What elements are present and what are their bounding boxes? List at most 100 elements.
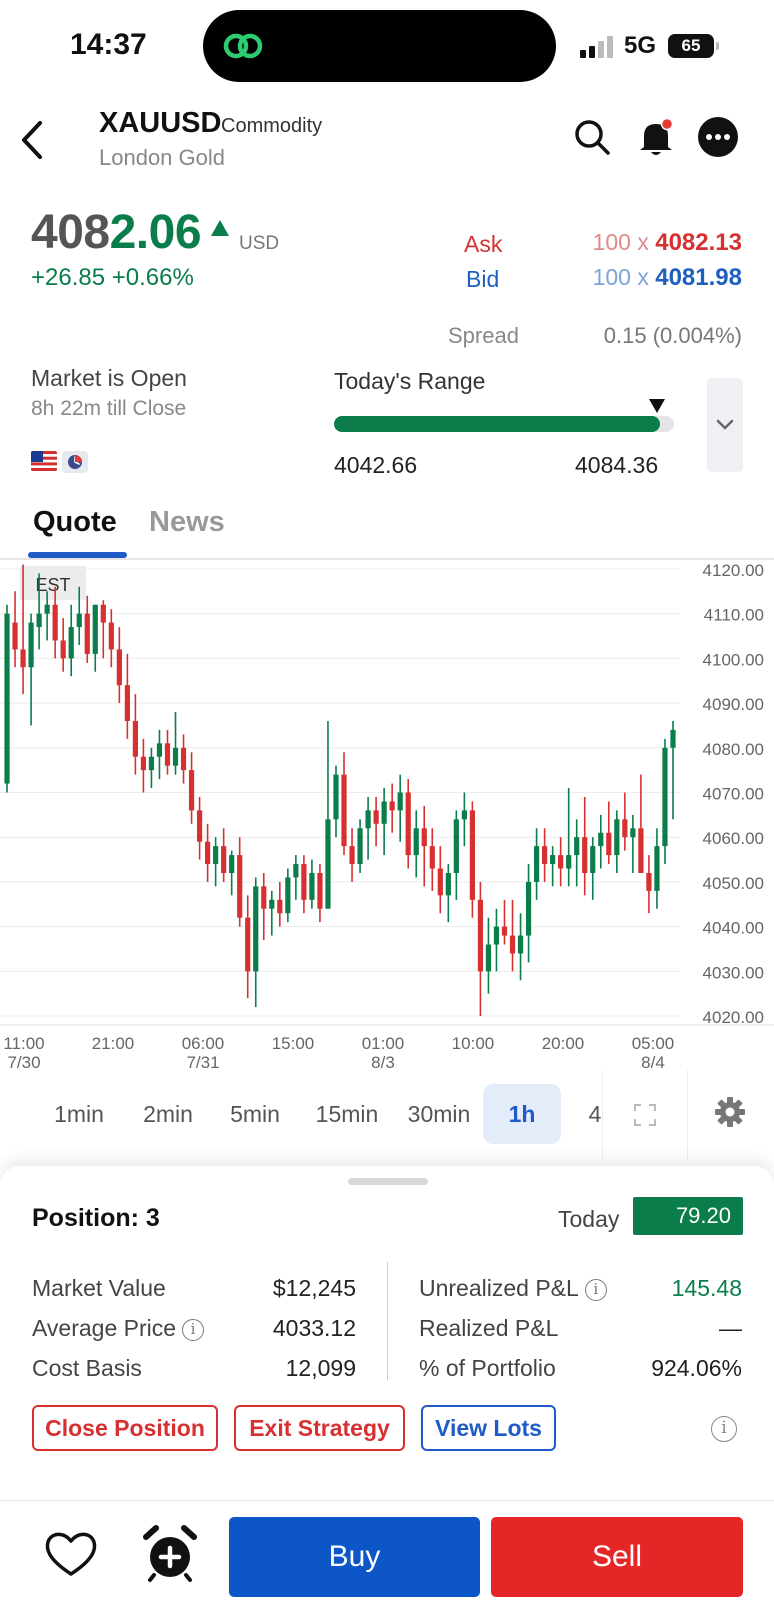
price-chart[interactable]: 4120.00 4110.00 4100.00 4090.00 4080.00 4070.… [0, 560, 774, 1070]
realized-label: Realized P&L [419, 1315, 559, 1341]
fullscreen-button[interactable] [602, 1070, 688, 1160]
chevron-left-icon [22, 121, 42, 159]
y-tick-label: 4020.00 [703, 1008, 764, 1027]
drag-handle[interactable] [348, 1178, 428, 1185]
y-tick-label: 4080.00 [703, 740, 764, 759]
y-tick-label: 4030.00 [703, 963, 764, 982]
interval-30min[interactable]: 30min [393, 1094, 485, 1134]
candle-body [381, 801, 387, 824]
info-icon[interactable]: i [584, 1279, 607, 1301]
y-tick-label: 4110.00 [704, 606, 764, 625]
close-position-button[interactable]: Close Position [32, 1405, 218, 1451]
candle-body [445, 872, 451, 896]
x-tick-time: 21:00 [92, 1034, 135, 1053]
alarm-clock-icon[interactable] [140, 1523, 200, 1583]
range-bar [334, 416, 674, 432]
status-bar: 14:37 5G 65 [0, 0, 774, 90]
ask-price: 4082.13 [655, 229, 742, 256]
candle-body [229, 855, 235, 873]
candle-body [405, 792, 411, 856]
symbol: XAUUSD [99, 107, 222, 139]
avg-price: 4033.12 [272, 1315, 356, 1341]
candle-body [429, 846, 435, 869]
buy-button[interactable]: Buy [229, 1517, 480, 1597]
candle-body [92, 604, 98, 654]
last-price-suffix: 2.06 [109, 206, 202, 259]
today-label: Today [558, 1206, 620, 1232]
header: XAUUSD Commodity London Gold [0, 95, 774, 185]
interval-5min[interactable]: 5min [214, 1094, 296, 1134]
candle-body [566, 855, 572, 869]
candle-body [501, 926, 508, 936]
interval-1min[interactable]: 1min [38, 1094, 120, 1134]
portfolio-value: 924.06% [651, 1355, 742, 1381]
signal-icon [580, 34, 614, 58]
unrealized-label: Unrealized P&L [419, 1275, 579, 1301]
range-low: 4042.66 [334, 452, 418, 478]
y-tick-label: 4070.00 [703, 785, 764, 804]
candle-body [582, 837, 588, 873]
search-button[interactable] [570, 115, 614, 159]
x-tick-time: 15:00 [272, 1034, 315, 1053]
back-button[interactable] [14, 115, 54, 165]
candle-body [140, 756, 147, 771]
bid-qty: 100 x [592, 264, 656, 290]
candle-body [293, 864, 299, 878]
x-tick-time: 05:00 [632, 1034, 675, 1053]
avg-price-row: Average Price i [32, 1315, 205, 1342]
sell-button[interactable]: Sell [491, 1517, 743, 1597]
candle-body [164, 743, 171, 766]
more-button[interactable] [698, 117, 738, 157]
info-icon[interactable]: i [182, 1319, 205, 1341]
x-tick-date: 7/30 [7, 1053, 40, 1070]
interval-15min[interactable]: 15min [301, 1094, 393, 1134]
candle-body [550, 855, 556, 865]
alert-button[interactable] [634, 115, 678, 159]
candle-body [108, 622, 114, 650]
tab-news[interactable]: News [149, 506, 225, 539]
view-lots-button[interactable]: View Lots [421, 1405, 556, 1451]
candle-body [213, 846, 219, 865]
info-icon[interactable]: i [711, 1416, 737, 1442]
gear-icon [715, 1097, 745, 1127]
more-icon [706, 134, 730, 140]
candle-body [662, 747, 668, 847]
heart-icon[interactable] [44, 1529, 98, 1579]
candle-body [357, 828, 363, 865]
candle-body [84, 613, 90, 654]
candle-body [76, 613, 82, 628]
candle-body [373, 810, 379, 824]
candle-body [60, 640, 66, 659]
x-tick-date: 7/31 [186, 1053, 219, 1070]
till-close: 8h 22m till Close [31, 397, 187, 420]
column-divider [387, 1262, 388, 1380]
candle-body [237, 855, 243, 918]
status-time: 14:37 [70, 28, 147, 61]
ask-value: 100 x 4082.13 [593, 229, 742, 257]
x-tick-time: 06:00 [182, 1034, 225, 1053]
unrealized-value: 145.48 [671, 1275, 742, 1301]
candle-body [20, 649, 26, 668]
candle-body [614, 819, 620, 856]
candle-body [52, 604, 58, 641]
bell-icon [640, 117, 674, 155]
realized-value: — [719, 1315, 742, 1341]
interval-2min[interactable]: 2min [127, 1094, 209, 1134]
interval-1h[interactable]: 1h [483, 1084, 561, 1144]
bottom-bar: Buy Sell [0, 1500, 774, 1600]
expand-button[interactable] [707, 378, 743, 472]
x-tick-time: 01:00 [362, 1034, 405, 1053]
candle-body [261, 886, 267, 909]
fullscreen-icon [634, 1104, 656, 1126]
network-type: 5G [624, 32, 657, 59]
candle-body [325, 819, 331, 909]
avg-price-label: Average Price [32, 1315, 177, 1341]
exit-strategy-button[interactable]: Exit Strategy [234, 1405, 405, 1451]
candle-body [421, 828, 427, 847]
battery-icon: 65 [668, 34, 719, 58]
today-pl-badge: 79.20 [633, 1197, 743, 1235]
chart-settings-button[interactable] [710, 1092, 750, 1132]
chevron-down-icon [716, 419, 734, 430]
currency: USD [239, 233, 280, 254]
tab-quote[interactable]: Quote [33, 506, 117, 539]
